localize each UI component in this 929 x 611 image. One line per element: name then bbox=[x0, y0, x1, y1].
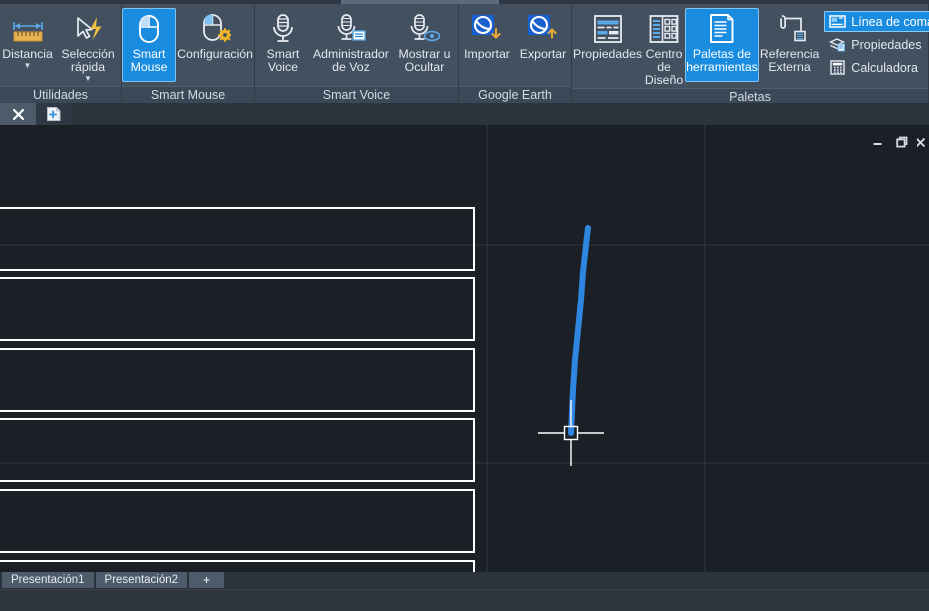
ribbon-panel-title: Google Earth bbox=[459, 86, 571, 103]
ribbon-button-label-line2: de Voz bbox=[332, 60, 370, 74]
design-center-icon bbox=[644, 12, 684, 46]
ribbon-button-smart-voice[interactable]: Smart Voice bbox=[255, 8, 311, 82]
calculator-icon bbox=[828, 59, 847, 76]
ribbon-button-label: Configuración bbox=[177, 47, 253, 61]
ribbon-small-button-propiedades[interactable]: Propiedades bbox=[824, 34, 929, 55]
ribbon-small-button-label: Propiedades bbox=[851, 37, 922, 52]
ribbon-button-centro-de-diseño[interactable]: Centro de Diseño bbox=[643, 8, 685, 88]
ribbon-panel-google-earth: Importar Exportar Google Earth bbox=[459, 4, 572, 103]
ribbon-button-administrador-de-voz[interactable]: Administrador de Voz bbox=[311, 8, 391, 82]
external-reference-icon bbox=[770, 12, 810, 46]
layout-tab-presentación2[interactable]: Presentación2 bbox=[95, 572, 188, 588]
earth-export-icon bbox=[523, 12, 563, 46]
ribbon-button-paletas-de-herramientas[interactable]: Paletas de herramientas bbox=[685, 8, 759, 82]
ribbon-button-propiedades[interactable]: Propiedades bbox=[572, 8, 643, 82]
drawing-box bbox=[0, 418, 475, 482]
ribbon-small-button-línea-de-comando[interactable]: Línea de comando bbox=[824, 11, 929, 32]
drawing-title-block bbox=[0, 207, 475, 572]
ribbon-panel-title: Smart Voice bbox=[255, 86, 458, 103]
layout-tab-bar: Presentación1 Presentación2 + bbox=[0, 572, 929, 589]
ribbon-button-label-line2: Ocultar bbox=[404, 60, 445, 74]
close-icon[interactable] bbox=[0, 103, 36, 125]
drawing-box bbox=[0, 560, 475, 572]
ribbon-button-label-line2: rápida bbox=[70, 60, 106, 74]
properties-list-icon bbox=[828, 36, 847, 53]
ribbon-button-smart-mouse[interactable]: Smart Mouse bbox=[122, 8, 177, 82]
chevron-down-icon[interactable]: ▼ bbox=[84, 75, 92, 83]
ribbon-button-referencia-externa[interactable]: Referencia Externa bbox=[759, 8, 820, 82]
ribbon-button-importar[interactable]: Importar bbox=[459, 8, 515, 82]
ribbon-panel-smart-voice: Smart Voice Administrador de Voz Mostrar u… bbox=[255, 4, 459, 103]
drawing-window-controls bbox=[867, 133, 927, 151]
tool-palettes-icon bbox=[702, 12, 742, 46]
ribbon-button-mostrar-u-ocultar[interactable]: Mostrar u Ocultar bbox=[391, 8, 458, 82]
restore-button[interactable] bbox=[892, 133, 912, 151]
drawing-box bbox=[0, 207, 475, 271]
ribbon-panel-body: Distancia ▼ Selección rápida ▼ bbox=[0, 4, 121, 86]
ribbon-button-label: Propiedades bbox=[573, 47, 643, 61]
ribbon-button-exportar[interactable]: Exportar bbox=[515, 8, 571, 82]
earth-import-icon bbox=[467, 12, 507, 46]
ribbon-button-label-line2: herramientas bbox=[686, 60, 758, 74]
ribbon-button-configuración[interactable]: Configuración bbox=[176, 8, 254, 82]
minimize-button[interactable] bbox=[867, 133, 887, 151]
new-document-icon[interactable] bbox=[36, 103, 72, 125]
ribbon: Distancia ▼ Selección rápida ▼ Utilidades Sm… bbox=[0, 0, 929, 105]
ribbon-button-label-line2: Mouse bbox=[130, 60, 168, 74]
polyline-entity[interactable] bbox=[568, 225, 591, 436]
microphone-icon bbox=[263, 12, 303, 46]
ribbon-panel-body: Smart Voice Administrador de Voz Mostrar u… bbox=[255, 4, 458, 86]
ribbon-panel-smart-mouse: Smart Mouse Configuración Smart Mouse bbox=[122, 4, 255, 103]
secondary-toolbar bbox=[0, 103, 929, 125]
mouse-settings-icon bbox=[195, 12, 235, 46]
drawing-box bbox=[0, 277, 475, 341]
ribbon-button-label: Centro de bbox=[645, 47, 683, 74]
ribbon-button-label-line2: Diseño bbox=[644, 73, 684, 87]
voice-show-hide-icon bbox=[404, 12, 444, 46]
ribbon-panel-paletas: Propiedades Centro de Diseño Paletas de he… bbox=[572, 4, 929, 105]
drawing-box bbox=[0, 489, 475, 553]
ribbon-panel-body: Importar Exportar bbox=[459, 4, 571, 86]
ribbon-button-distancia[interactable]: Distancia ▼ bbox=[0, 8, 55, 82]
distance-ruler-icon bbox=[8, 12, 48, 46]
ribbon-button-label: Exportar bbox=[519, 47, 567, 61]
ribbon-small-button-list: Línea de comando Propiedades Calculadora bbox=[820, 8, 929, 78]
add-layout-button[interactable]: + bbox=[189, 572, 225, 588]
layout-tab-presentación1[interactable]: Presentación1 bbox=[2, 572, 94, 588]
ribbon-button-label: Importar bbox=[464, 47, 510, 61]
chevron-down-icon[interactable]: ▼ bbox=[24, 62, 32, 70]
ribbon-panel-title: Smart Mouse bbox=[122, 86, 254, 103]
quick-select-icon bbox=[68, 12, 108, 46]
close-button[interactable] bbox=[917, 133, 927, 151]
ribbon-small-button-calculadora[interactable]: Calculadora bbox=[824, 57, 929, 78]
ribbon-button-label-line2: Voice bbox=[267, 60, 298, 74]
drawing-box bbox=[0, 348, 475, 412]
ribbon-panels: Distancia ▼ Selección rápida ▼ Utilidades Sm… bbox=[0, 4, 929, 105]
ribbon-panel-utilidades: Distancia ▼ Selección rápida ▼ Utilidades bbox=[0, 4, 122, 103]
ribbon-panel-title: Utilidades bbox=[0, 86, 121, 103]
ribbon-button-selección-rápida[interactable]: Selección rápida ▼ bbox=[55, 8, 121, 84]
ribbon-panel-body: Propiedades Centro de Diseño Paletas de he… bbox=[572, 4, 929, 88]
ribbon-small-button-label: Línea de comando bbox=[851, 14, 929, 29]
smart-mouse-icon bbox=[129, 12, 169, 46]
ribbon-button-label-line2: Externa bbox=[768, 60, 811, 74]
ribbon-panel-body: Smart Mouse Configuración bbox=[122, 4, 254, 86]
properties-palette-icon bbox=[588, 12, 628, 46]
voice-manager-icon bbox=[331, 12, 371, 46]
command-line-icon bbox=[828, 13, 847, 30]
drawing-area-svg[interactable] bbox=[0, 125, 929, 572]
application-window: Distancia ▼ Selección rápida ▼ Utilidades Sm… bbox=[0, 0, 929, 611]
drawing-canvas[interactable] bbox=[0, 125, 929, 572]
status-bar bbox=[0, 589, 929, 611]
ribbon-button-label: Distancia bbox=[2, 47, 53, 61]
ribbon-small-button-label: Calculadora bbox=[851, 60, 919, 75]
